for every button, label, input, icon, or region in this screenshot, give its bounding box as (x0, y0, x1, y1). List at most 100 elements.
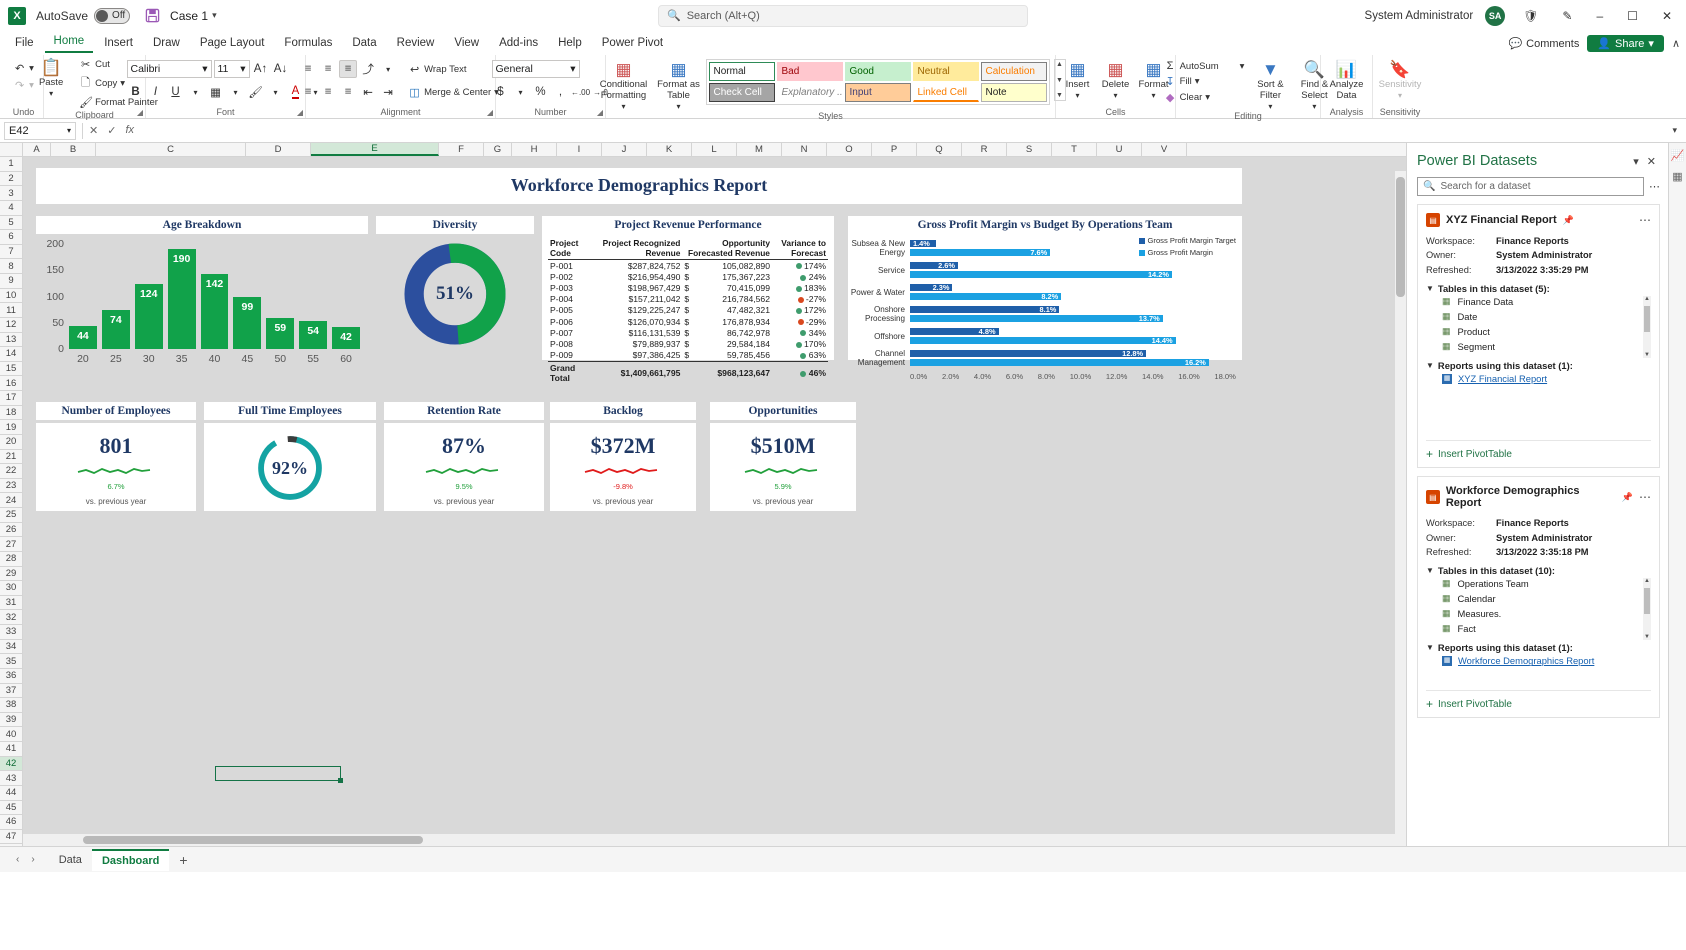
scroll-down-icon[interactable]: ▼ (1644, 634, 1650, 640)
dataset-search-input[interactable]: 🔍 Search for a dataset (1417, 177, 1644, 196)
italic-button[interactable]: I (147, 83, 165, 101)
dataset-card-0[interactable]: ▤ XYZ Financial Report 📌 ⋯ Workspace: Finance… (1417, 204, 1660, 469)
cell-style-explanatory[interactable]: Explanatory ... (776, 83, 843, 102)
table-item[interactable]: ▦ Calendar (1426, 591, 1651, 606)
bar-35[interactable]: 190 (167, 249, 196, 349)
font-size-select[interactable]: 11 ▾ (213, 60, 250, 78)
column-header-T[interactable]: T (1052, 143, 1097, 156)
sheet-tab-data[interactable]: Data (49, 850, 92, 870)
conditional-formatting-button[interactable]: ▦ Conditional Formatting ▾ (596, 59, 652, 111)
align-bottom-button[interactable]: ≡ (339, 60, 358, 78)
row-header-42[interactable]: 42 (0, 756, 22, 772)
column-header-J[interactable]: J (602, 143, 647, 156)
bar-target[interactable]: 8.1% (910, 305, 1060, 314)
fill-color-button[interactable]: 🖌 (247, 83, 265, 101)
cancel-formula-button[interactable]: ✕ (89, 124, 98, 137)
minimize-button[interactable]: – (1590, 7, 1609, 25)
bar-target[interactable]: 2.3% (910, 283, 953, 292)
column-header-L[interactable]: L (692, 143, 737, 156)
cell-style-input[interactable]: Input (844, 83, 911, 102)
row-header-40[interactable]: 40 (0, 727, 22, 742)
spreadsheet-grid[interactable]: ABCDEFGHIJKLMNOPQRSTUV 1 2 3 4 5 6 7 8 9 10 11 12 13… (0, 143, 1406, 846)
bar-target[interactable]: 1.4% (910, 239, 936, 248)
alignment-dialog-launcher[interactable]: ◢ (487, 108, 493, 117)
align-right-button[interactable]: ≡ (339, 83, 357, 101)
column-header-S[interactable]: S (1007, 143, 1052, 156)
ellipsis-icon[interactable]: ⋯ (1639, 490, 1651, 504)
bar-55[interactable]: 54 (299, 320, 328, 349)
bar-target[interactable]: 12.8% (910, 349, 1147, 358)
chevron-down-icon[interactable]: ▾ (212, 10, 217, 21)
column-header-H[interactable]: H (512, 143, 557, 156)
column-header-C[interactable]: C (96, 143, 246, 156)
row-header-17[interactable]: 17 (0, 391, 22, 406)
increase-decimal-button[interactable]: ←.00 (571, 83, 590, 101)
bar-margin[interactable]: 14.2% (910, 270, 1172, 279)
close-button[interactable]: ✕ (1656, 7, 1678, 25)
align-top-button[interactable]: ≡ (299, 60, 317, 78)
share-button[interactable]: 👤 Share ▾ (1587, 35, 1664, 52)
report-link-row[interactable]: ▦ Workforce Demographics Report (1426, 653, 1651, 668)
delete-cells-button[interactable]: ▦ Delete ▾ (1098, 59, 1134, 100)
tab-formulas[interactable]: Formulas (275, 35, 341, 53)
chevron-down-icon[interactable]: ▾ (267, 83, 285, 101)
column-header-Q[interactable]: Q (917, 143, 962, 156)
column-header-E[interactable]: E (311, 143, 439, 156)
row-header-6[interactable]: 6 (0, 230, 22, 245)
row-header-12[interactable]: 12 (0, 317, 22, 333)
row-header-36[interactable]: 36 (0, 668, 22, 684)
row-header-44[interactable]: 44 (0, 785, 22, 801)
expand-formula-bar-button[interactable]: ▾ (1667, 125, 1682, 136)
row-header-9[interactable]: 9 (0, 274, 22, 289)
row-header-35[interactable]: 35 (0, 654, 22, 669)
shield-icon[interactable]: 🛡 (1517, 7, 1544, 25)
column-header-P[interactable]: P (872, 143, 917, 156)
percent-format-button[interactable]: % (532, 83, 550, 101)
pin-icon[interactable]: 📌 (1563, 215, 1574, 226)
clear-button[interactable]: ◆ Clear ▾ (1161, 90, 1248, 105)
table-item[interactable]: ▦ Product (1426, 324, 1651, 339)
tab-home[interactable]: Home (44, 33, 94, 53)
close-icon[interactable]: ✕ (1643, 155, 1660, 168)
column-header-D[interactable]: D (246, 143, 311, 156)
horizontal-scroll-thumb[interactable] (83, 836, 423, 844)
tab-view[interactable]: View (445, 35, 488, 53)
name-box[interactable]: E42 ▾ (4, 121, 76, 140)
row-header-13[interactable]: 13 (0, 332, 22, 348)
autosave-toggle[interactable]: Off (94, 7, 131, 24)
bar-30[interactable]: 124 (134, 283, 163, 349)
avatar[interactable]: SA (1485, 5, 1506, 26)
report-link[interactable]: Workforce Demographics Report (1458, 655, 1594, 666)
number-format-select[interactable]: General ▾ (491, 60, 580, 78)
tab-draw[interactable]: Draw (144, 35, 189, 53)
bar-50[interactable]: 59 (266, 318, 295, 349)
tab-help[interactable]: Help (549, 35, 591, 53)
table-item[interactable]: ▦ Segment (1426, 339, 1651, 354)
column-header-R[interactable]: R (962, 143, 1007, 156)
row-header-23[interactable]: 23 (0, 478, 22, 494)
report-link[interactable]: XYZ Financial Report (1458, 373, 1547, 384)
insert-pivottable-button[interactable]: + Insert PivotTable (1426, 440, 1651, 461)
bar-margin[interactable]: 7.6% (910, 248, 1051, 257)
ellipsis-icon[interactable]: ⋯ (1639, 213, 1651, 227)
fields-rail-icon[interactable]: ▦ (1672, 170, 1682, 183)
vertical-scroll-thumb[interactable] (1396, 177, 1405, 297)
fill-button[interactable]: ↧ Fill ▾ (1161, 74, 1248, 89)
wrap-text-button[interactable]: ↩ Wrap Text (405, 62, 469, 77)
bar-margin[interactable]: 14.4% (910, 336, 1176, 345)
font-name-select[interactable]: Calibri ▾ (126, 60, 212, 78)
row-header-29[interactable]: 29 (0, 566, 22, 582)
search-input[interactable]: 🔍 Search (Alt+Q) (658, 4, 1028, 27)
reports-section-header[interactable]: ▼ Reports using this dataset (1): (1426, 360, 1651, 371)
tab-review[interactable]: Review (388, 35, 444, 53)
insert-pivottable-button[interactable]: + Insert PivotTable (1426, 690, 1651, 711)
add-sheet-button[interactable]: + (169, 852, 197, 868)
row-header-30[interactable]: 30 (0, 581, 22, 596)
increase-indent-button[interactable]: ⇥ (379, 83, 397, 101)
row-header-43[interactable]: 43 (0, 771, 22, 786)
row-header-11[interactable]: 11 (0, 303, 22, 318)
row-header-32[interactable]: 32 (0, 610, 22, 625)
pencil-icon[interactable]: ✎ (1556, 7, 1578, 25)
cell-style-check-cell[interactable]: Check Cell (708, 83, 775, 102)
tables-scrollbar[interactable]: ▲ ▼ (1643, 578, 1651, 641)
